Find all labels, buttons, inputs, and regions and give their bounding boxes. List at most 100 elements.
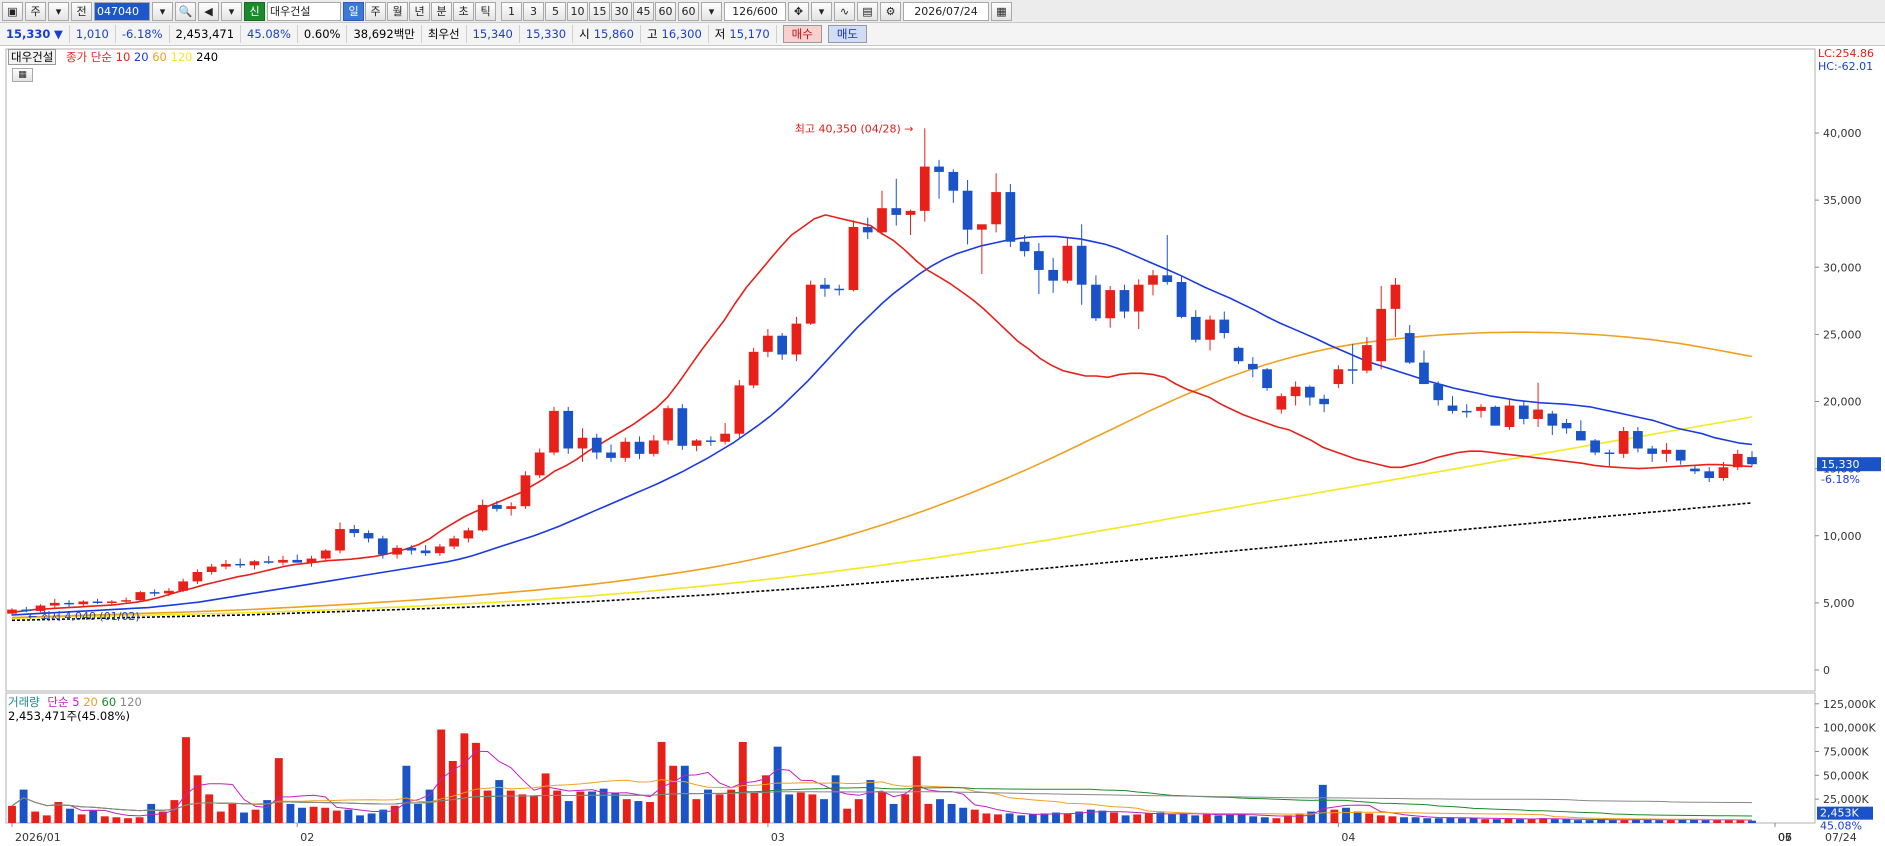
speaker-dropdown-icon[interactable]: ▾	[221, 1, 242, 21]
minute-tab[interactable]: 15	[589, 1, 610, 21]
volume-bar	[460, 733, 469, 823]
candle-body	[1333, 369, 1344, 385]
candle-body	[1290, 386, 1301, 397]
candle-body	[1276, 396, 1287, 410]
volume-bar	[727, 789, 736, 823]
tools-icon[interactable]: ✥	[788, 1, 809, 21]
candle-body	[1305, 386, 1315, 398]
buy-button[interactable]: 매수	[782, 25, 822, 43]
candle-body	[1034, 251, 1044, 270]
speaker-icon[interactable]: ◀	[198, 1, 219, 21]
volume-bar	[750, 792, 759, 823]
volume-bar	[912, 756, 921, 823]
type-select[interactable]: 주	[25, 1, 46, 21]
tools-dropdown-icon[interactable]: ▾	[811, 1, 832, 21]
volume-bar	[1202, 814, 1211, 823]
save-icon[interactable]: ▤	[857, 1, 878, 21]
volume-info: 2,453,471주(45.08%)	[8, 709, 130, 723]
candle-body	[720, 433, 730, 442]
market-select[interactable]: 전	[71, 1, 92, 21]
candle-body	[1133, 284, 1144, 312]
calendar-icon[interactable]: ▦	[991, 1, 1012, 21]
volume-tick-label: 100,000K	[1823, 722, 1876, 735]
candle-body	[549, 410, 559, 453]
candle-body	[591, 437, 602, 453]
volume-bar	[274, 758, 283, 823]
volume-bar	[1353, 811, 1362, 823]
volume-bar	[1423, 818, 1432, 823]
minute-tab[interactable]: 3	[523, 1, 544, 21]
period-tab[interactable]: 초	[453, 1, 474, 21]
volume-bar	[970, 809, 979, 823]
stock-code-input[interactable]: 047040	[94, 1, 150, 21]
minute-tab[interactable]: 10	[567, 1, 588, 21]
price-tick-label: 30,000	[1823, 261, 1862, 274]
candle-body	[748, 351, 759, 386]
candle-body	[1019, 241, 1030, 252]
minute-tab[interactable]: 60	[655, 1, 676, 21]
candle-body	[135, 592, 146, 601]
high-value: 16,300	[661, 27, 702, 41]
period-tab[interactable]: 틱	[475, 1, 496, 21]
candle-body	[463, 530, 474, 539]
volume-bar	[414, 803, 422, 823]
candle-body	[1404, 333, 1415, 363]
current-price-tag-value: 15,330	[1821, 458, 1860, 471]
candle-body	[392, 547, 402, 555]
legend-ma-period: 20	[130, 50, 149, 64]
interval-dropdown-icon[interactable]: ▾	[701, 1, 722, 21]
candle-body	[919, 166, 930, 211]
volume-bar	[1098, 810, 1107, 823]
volume-bar	[692, 799, 701, 823]
period-tab[interactable]: 분	[431, 1, 452, 21]
volume-bar	[1458, 818, 1466, 823]
period-tab[interactable]: 일	[343, 1, 364, 21]
minute-tabs: 1 3 5 10 15 30 45 60	[501, 1, 676, 21]
stock-name-field[interactable]: 대우건설	[267, 1, 341, 21]
period-tab[interactable]: 년	[409, 1, 430, 21]
volume-bar	[309, 806, 318, 823]
candle-body	[877, 208, 887, 233]
period-tab[interactable]: 월	[387, 1, 408, 21]
period-tab[interactable]: 주	[365, 1, 386, 21]
volume-bar	[657, 741, 666, 823]
candle-body	[805, 284, 816, 324]
volume-tick-label: 50,000K	[1823, 769, 1869, 782]
price-volume-chart[interactable]: 40,00035,00030,00025,00020,00015,00010,0…	[0, 45, 1885, 846]
chart-menu-icon[interactable]: ▣	[2, 1, 23, 21]
sell-button[interactable]: 매도	[827, 25, 867, 43]
minute-tab[interactable]: 5	[545, 1, 566, 21]
volume-bar	[518, 794, 527, 823]
type-dropdown-icon[interactable]: ▾	[48, 1, 69, 21]
volume-bar	[785, 794, 794, 823]
gear-icon[interactable]: ⚙	[880, 1, 901, 21]
volume-ma-periods: 5 20 60 120	[72, 695, 142, 709]
date-label-last: 07/24	[1825, 831, 1857, 844]
candle-body	[663, 408, 673, 441]
volume-tick-label: 125,000K	[1823, 698, 1876, 711]
search-icon[interactable]: 🔍	[175, 1, 196, 21]
price-tick-label: 40,000	[1823, 127, 1862, 140]
volume-bar	[321, 807, 330, 823]
grid-toggle-icon[interactable]: ▦	[12, 68, 33, 82]
candle-body	[834, 288, 845, 291]
candle-body	[249, 561, 260, 566]
minute-tab[interactable]: 30	[611, 1, 632, 21]
volume-bar	[19, 789, 28, 823]
volume-bar	[506, 790, 515, 823]
code-dropdown-icon[interactable]: ▾	[152, 1, 173, 21]
volume-bar	[8, 805, 16, 823]
candle-body	[64, 602, 74, 605]
indicator-icon[interactable]: ∿	[834, 1, 855, 21]
volume-bar	[796, 792, 805, 823]
candle-body	[820, 284, 830, 289]
interval-field[interactable]: 60	[678, 1, 699, 21]
volume-bar	[286, 803, 295, 823]
minute-tab[interactable]: 1	[501, 1, 522, 21]
count-field[interactable]: 126/600	[724, 1, 786, 21]
minute-tab[interactable]: 45	[633, 1, 654, 21]
date-field[interactable]: 2026/07/24	[903, 1, 989, 21]
volume-bar	[599, 788, 608, 823]
volume-bar	[31, 811, 40, 823]
candle-body	[377, 538, 388, 555]
